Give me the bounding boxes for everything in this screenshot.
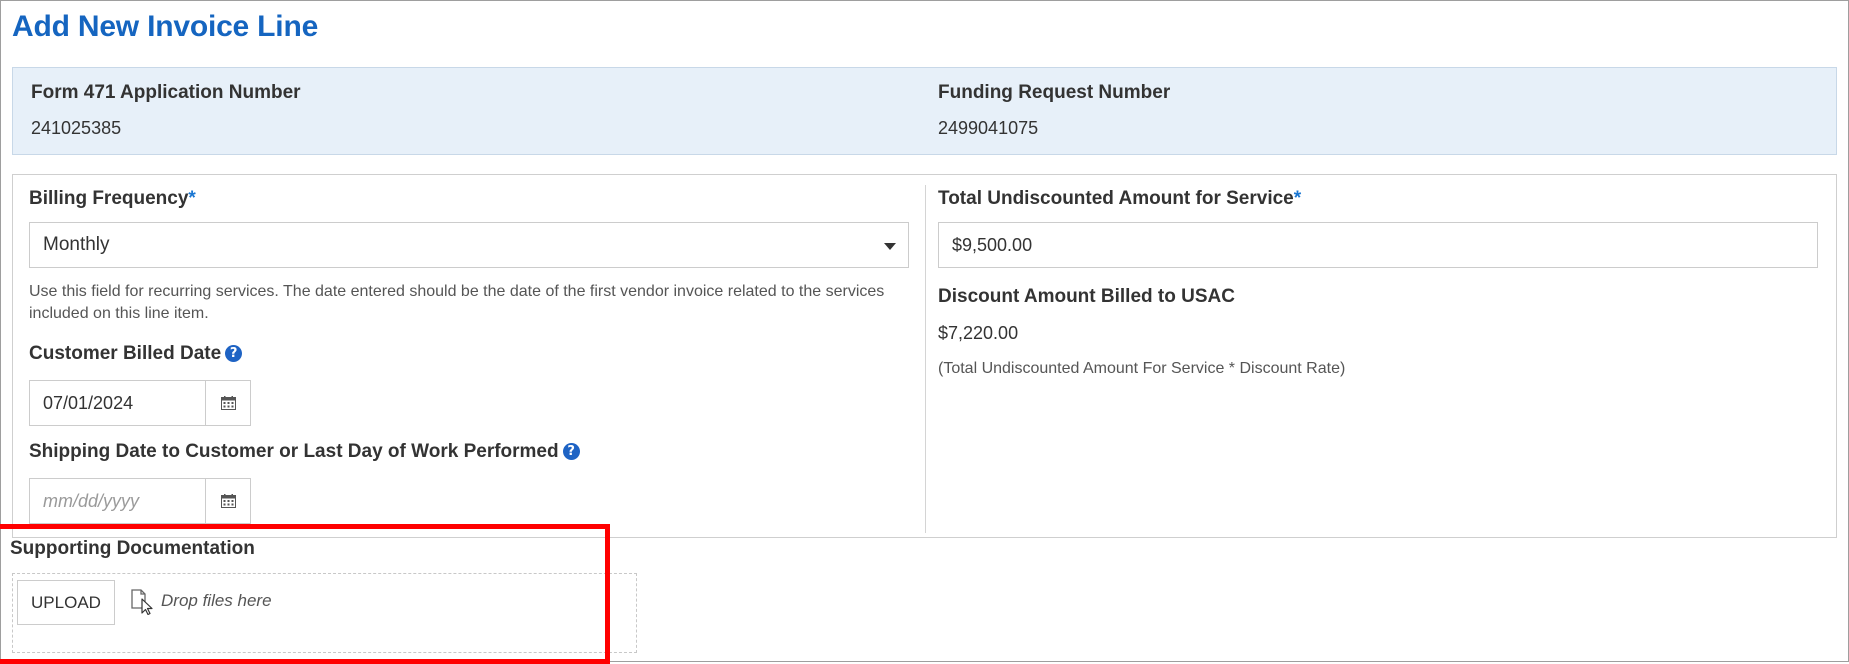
total-undiscounted-label: Total Undiscounted Amount for Service* (938, 188, 1301, 210)
funding-request-number-label: Funding Request Number (938, 82, 1171, 103)
question-circle-icon[interactable]: ? (225, 345, 243, 363)
file-pointer-icon (131, 589, 153, 615)
funding-request-number-value: 2499041075 (938, 118, 1039, 138)
total-undiscounted-amount-input[interactable] (938, 222, 1818, 268)
billing-frequency-select[interactable]: Monthly (29, 222, 909, 268)
discount-formula-note: (Total Undiscounted Amount For Service *… (938, 360, 1346, 377)
billing-frequency-label: Billing Frequency* (29, 188, 196, 210)
calendar-icon (221, 396, 236, 410)
customer-billed-date-label-text: Customer Billed Date (29, 343, 222, 364)
shipping-date-label-text: Shipping Date to Customer or Last Day of… (29, 441, 559, 462)
customer-billed-date-input[interactable] (30, 381, 206, 425)
billing-frequency-selected-value: Monthly (43, 234, 110, 255)
invoice-line-form: Billing Frequency* Monthly Use this fiel… (12, 174, 1837, 538)
question-circle-icon[interactable]: ? (562, 443, 580, 461)
customer-billed-date-label: Customer Billed Date? (29, 343, 243, 365)
required-asterisk: * (188, 188, 196, 209)
total-undiscounted-label-text: Total Undiscounted Amount for Service (938, 188, 1294, 209)
file-dropzone[interactable]: UPLOAD Drop files here (12, 573, 637, 653)
supporting-documentation-label: Supporting Documentation (10, 538, 255, 559)
discount-amount-value: $7,220.00 (938, 323, 1019, 343)
application-info-panel: Form 471 Application Number 241025385 Fu… (12, 67, 1837, 155)
column-divider (925, 185, 926, 533)
required-asterisk: * (1293, 188, 1302, 209)
application-number-label: Form 471 Application Number (31, 82, 301, 103)
drop-files-text: Drop files here (161, 591, 272, 610)
customer-billed-date-calendar-button[interactable] (205, 381, 250, 425)
page-title: Add New Invoice Line (12, 10, 319, 43)
shipping-date-field (29, 478, 251, 524)
shipping-date-input[interactable] (30, 479, 206, 523)
shipping-date-calendar-button[interactable] (205, 479, 250, 523)
calendar-icon (221, 494, 236, 508)
upload-button[interactable]: UPLOAD (17, 580, 115, 625)
customer-billed-date-field (29, 380, 251, 426)
caret-down-icon (884, 243, 896, 250)
billing-help-text: Use this field for recurring services. T… (29, 283, 885, 322)
application-number-value: 241025385 (31, 118, 122, 138)
billing-frequency-label-text: Billing Frequency (29, 188, 189, 209)
shipping-date-label: Shipping Date to Customer or Last Day of… (29, 441, 580, 463)
discount-amount-label: Discount Amount Billed to USAC (938, 286, 1235, 307)
